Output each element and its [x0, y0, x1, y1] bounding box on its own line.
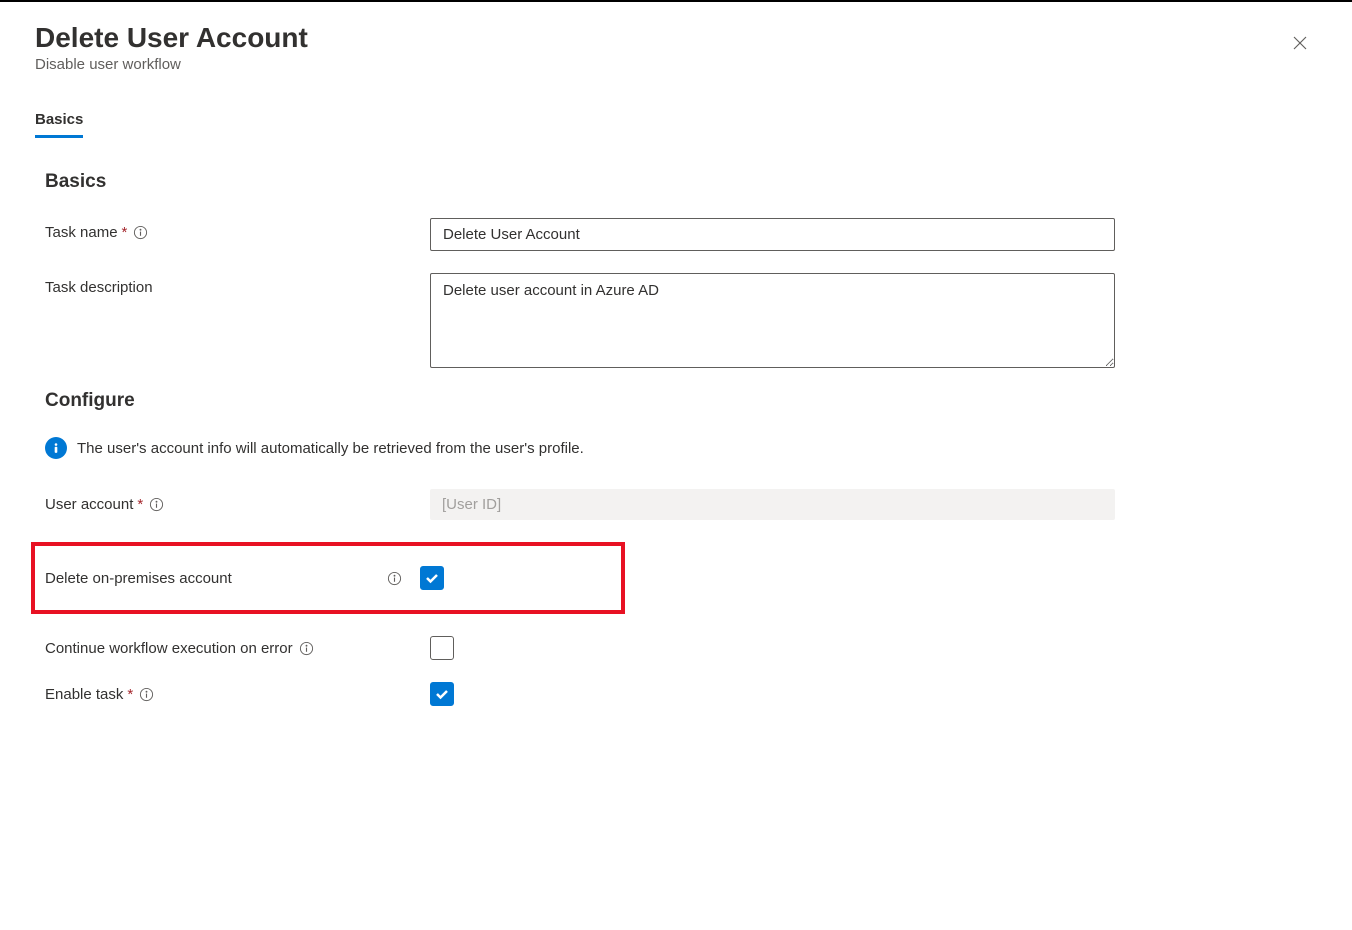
continue-on-error-checkbox[interactable] [430, 636, 454, 660]
task-name-input[interactable] [430, 218, 1115, 251]
page-subtitle: Disable user workflow [35, 56, 308, 73]
required-indicator: * [137, 496, 143, 513]
info-icon[interactable] [387, 571, 402, 586]
tab-basics[interactable]: Basics [35, 103, 83, 136]
tabs-container: Basics [35, 103, 1317, 136]
info-icon[interactable] [139, 687, 154, 702]
highlight-box: Delete on-premises account [31, 542, 625, 614]
continue-on-error-label: Continue workflow execution on error [45, 640, 430, 657]
task-name-label-text: Task name [45, 224, 118, 241]
user-account-field: [User ID] [430, 489, 1115, 520]
enable-task-label: Enable task * [45, 686, 430, 703]
info-banner-icon [45, 437, 67, 459]
close-button[interactable] [1283, 26, 1317, 63]
task-description-label: Task description [45, 273, 430, 296]
delete-onprem-label-text: Delete on-premises account [45, 570, 232, 587]
info-banner: The user's account info will automatical… [45, 437, 1317, 459]
info-banner-text: The user's account info will automatical… [77, 440, 584, 457]
section-heading-basics: Basics [45, 171, 1317, 193]
page-title: Delete User Account [35, 22, 308, 54]
close-icon [1291, 34, 1309, 55]
user-account-label: User account * [45, 496, 430, 513]
task-name-label: Task name * [45, 218, 430, 241]
delete-onprem-checkbox[interactable] [420, 566, 444, 590]
info-icon[interactable] [133, 225, 148, 240]
enable-task-label-text: Enable task [45, 686, 123, 703]
user-account-label-text: User account [45, 496, 133, 513]
task-description-input[interactable]: Delete user account in Azure AD [430, 273, 1115, 368]
task-description-label-text: Task description [45, 279, 153, 296]
section-heading-configure: Configure [45, 390, 1317, 412]
continue-on-error-label-text: Continue workflow execution on error [45, 640, 293, 657]
required-indicator: * [122, 224, 128, 241]
info-icon[interactable] [149, 497, 164, 512]
required-indicator: * [127, 686, 133, 703]
enable-task-checkbox[interactable] [430, 682, 454, 706]
delete-onprem-label: Delete on-premises account [45, 570, 420, 587]
info-icon[interactable] [299, 641, 314, 656]
